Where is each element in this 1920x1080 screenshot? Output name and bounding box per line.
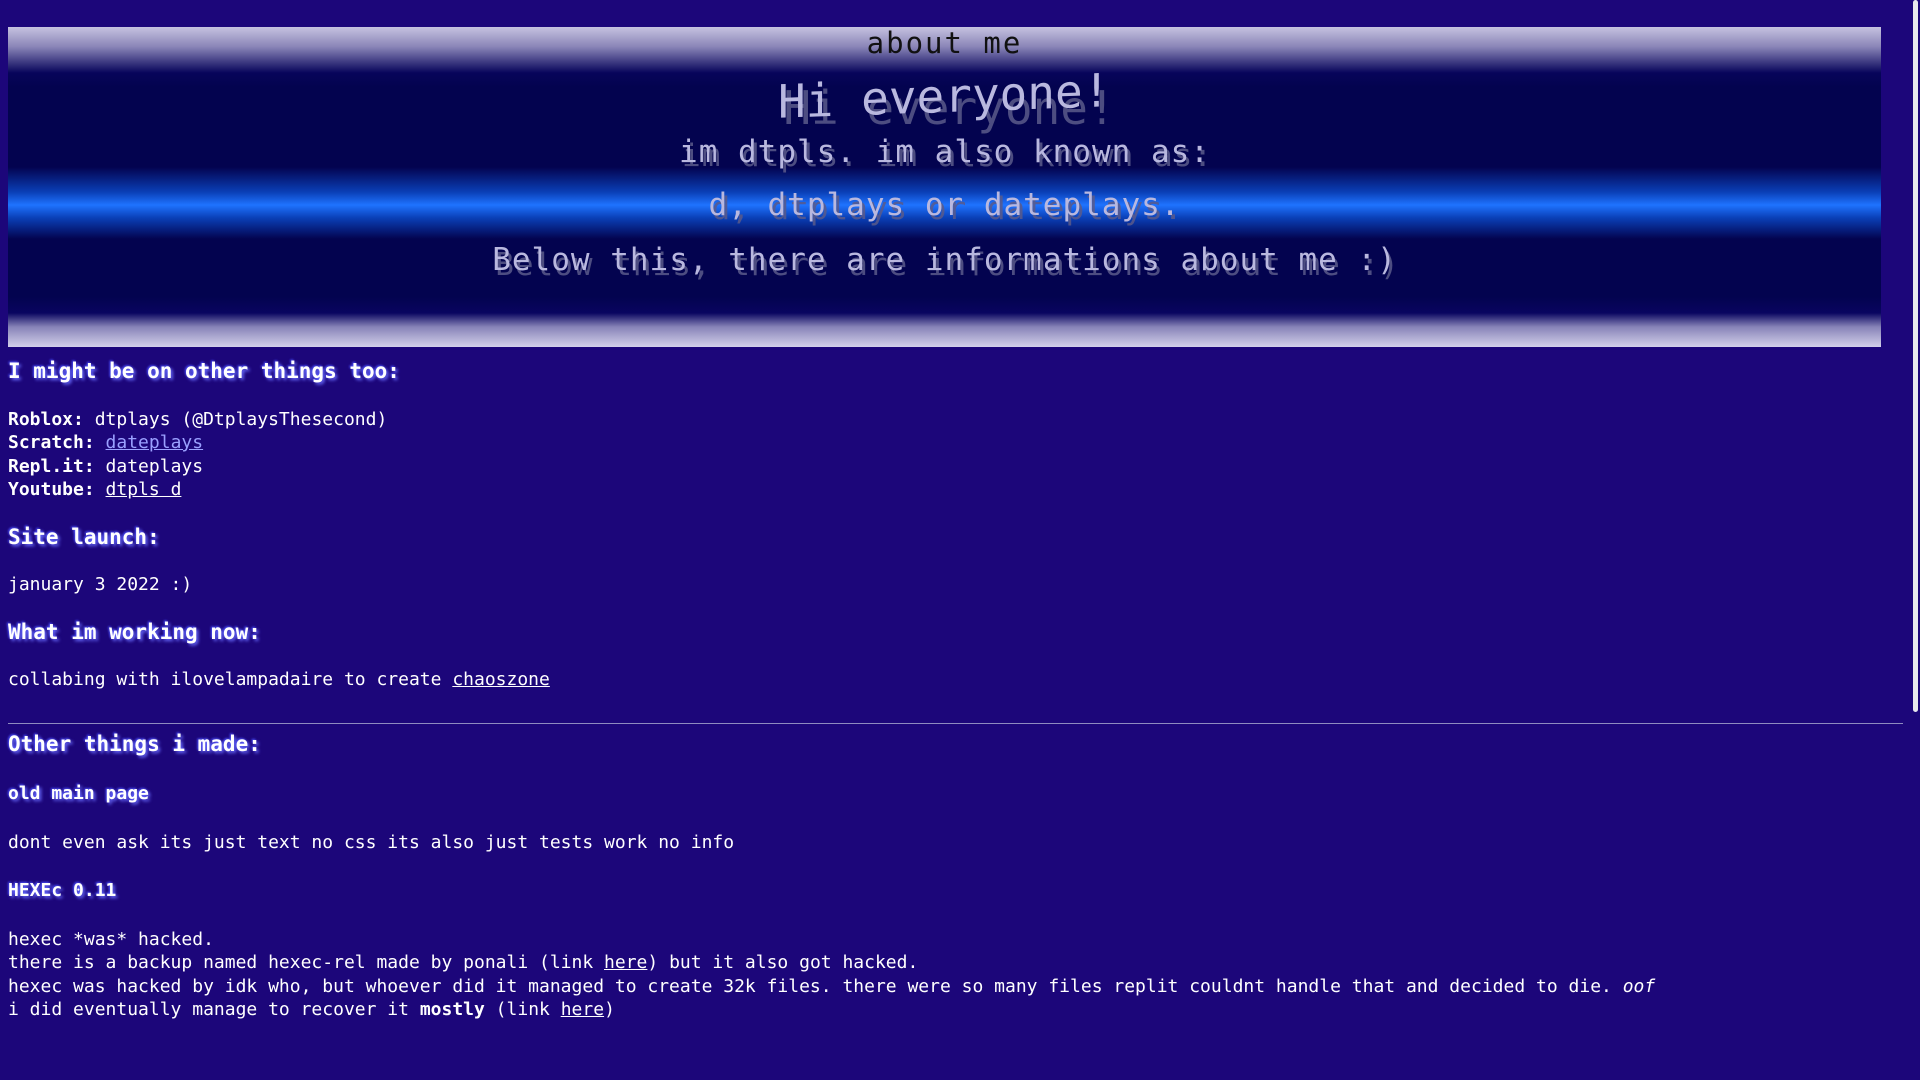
replit-value: dateplays bbox=[105, 455, 204, 477]
hexec-line-3-text: hexec was hacked by idk who, but whoever… bbox=[8, 975, 1623, 997]
hexec-line-4-text: i did eventually manage to recover it bbox=[8, 999, 420, 1020]
other-heading: Other things i made: bbox=[8, 731, 261, 756]
hexec-title: HEXEc 0.11 bbox=[8, 880, 117, 901]
scrollbar-thumb[interactable] bbox=[1913, 0, 1918, 712]
hexec-line-2-text: there is a backup named hexec-rel made b… bbox=[8, 952, 605, 973]
hexec-line-4: i did eventually manage to recover it mo… bbox=[8, 998, 1908, 1022]
working-heading: What im working now: bbox=[8, 619, 261, 644]
hexec-line-3-oof: oof bbox=[1622, 975, 1656, 997]
socials-heading: I might be on other things too: bbox=[8, 359, 400, 383]
hexec-line-4-link-prefix: (link bbox=[484, 999, 561, 1020]
hexec-line-2-tail: ) but it also got hacked. bbox=[647, 952, 919, 973]
old-main-page-title: old main page bbox=[8, 783, 149, 804]
scrollbar[interactable] bbox=[1903, 0, 1920, 1080]
chaoszone-link[interactable]: chaoszone bbox=[452, 669, 550, 690]
scratch-label: Scratch: bbox=[8, 432, 95, 453]
intro-line: im dtpls. im also known as: im dtpls. im… bbox=[8, 134, 1881, 174]
aliases-text: d, dtplays or dateplays. bbox=[708, 187, 1181, 223]
working-text: collabing with ilovelampadaire to create… bbox=[8, 668, 1908, 692]
hexec-recovered-link[interactable]: here bbox=[561, 999, 604, 1020]
hexec-line-2: there is a backup named hexec-rel made b… bbox=[8, 951, 1908, 975]
old-main-page-desc: dont even ask its just text no css its a… bbox=[8, 831, 735, 853]
page: about me Hi everyone! Hi everyone! im dt… bbox=[0, 0, 1920, 1080]
section-divider bbox=[8, 723, 1911, 724]
greeting-line: Hi everyone! Hi everyone! bbox=[8, 63, 1881, 135]
hexec-line-4-close: ) bbox=[604, 999, 615, 1020]
hexec-line-3: hexec was hacked by idk who, but whoever… bbox=[8, 975, 1908, 999]
launch-date: january 3 2022 :) bbox=[8, 574, 193, 595]
hexec-rel-link[interactable]: here bbox=[604, 952, 647, 973]
intro-text: im dtpls. im also known as: bbox=[679, 134, 1210, 170]
below-text: Below this, there are informations about… bbox=[492, 242, 1397, 278]
roblox-row: Roblox: dtplays (@DtplaysThesecond) bbox=[8, 408, 1908, 432]
youtube-link[interactable]: dtpls d bbox=[106, 479, 182, 500]
hexec-line-1: hexec *was* hacked. bbox=[8, 928, 214, 950]
scratch-row: Scratch: dateplays bbox=[8, 431, 1908, 455]
banner-title: about me bbox=[866, 27, 1023, 60]
scratch-link[interactable]: dateplays bbox=[106, 432, 204, 453]
working-desc: collabing with ilovelampadaire to create bbox=[8, 669, 453, 690]
youtube-row: Youtube: dtpls d bbox=[8, 478, 1908, 502]
hexec-line-4-mostly: mostly bbox=[419, 999, 485, 1020]
aliases-line: d, dtplays or dateplays. d, dtplays or d… bbox=[8, 187, 1881, 227]
roblox-value: dtplays (@DtplaysThesecond) bbox=[94, 408, 388, 430]
replit-row: Repl.it: dateplays bbox=[8, 455, 1908, 479]
youtube-label: Youtube: bbox=[8, 479, 95, 500]
roblox-label: Roblox: bbox=[8, 408, 84, 430]
about-banner: about me Hi everyone! Hi everyone! im dt… bbox=[8, 27, 1881, 347]
main-content: I might be on other things too: Roblox: … bbox=[8, 359, 1908, 1022]
below-line: Below this, there are informations about… bbox=[8, 242, 1881, 283]
launch-heading: Site launch: bbox=[8, 524, 160, 549]
replit-label: Repl.it: bbox=[8, 455, 95, 477]
